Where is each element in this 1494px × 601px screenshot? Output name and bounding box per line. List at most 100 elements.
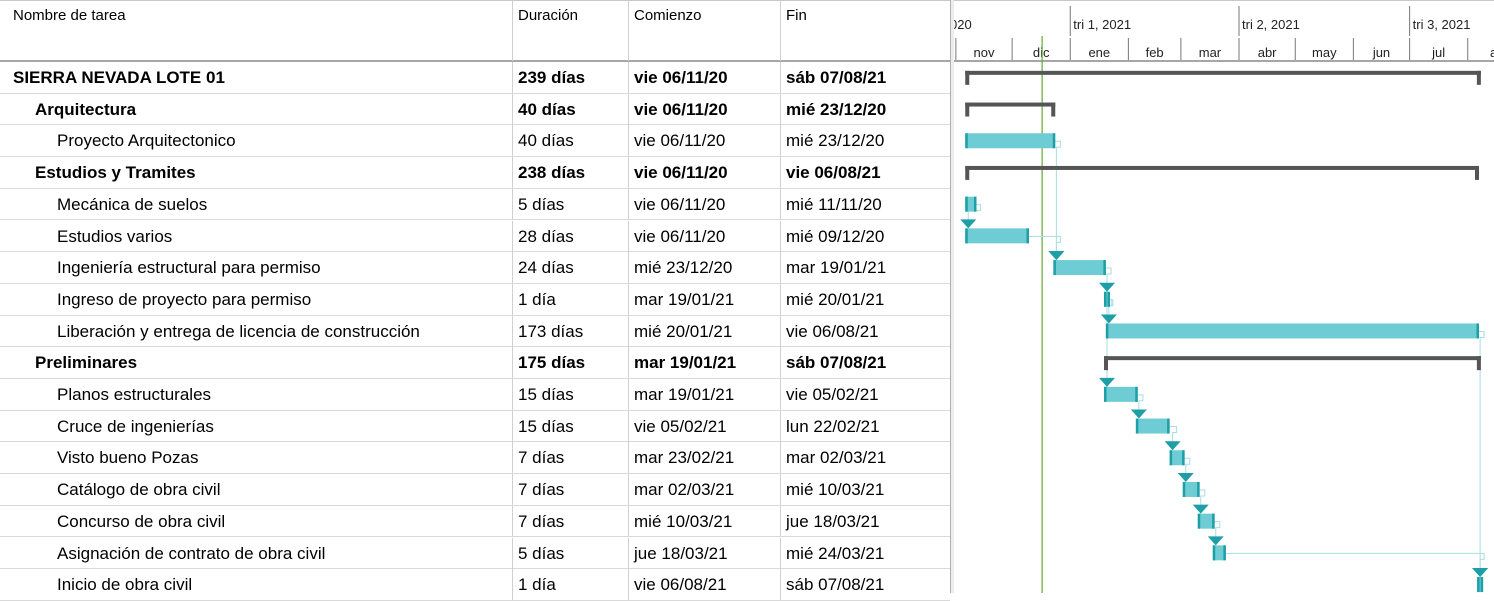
task-duration-cell: 239 días <box>513 62 629 93</box>
task-row[interactable]: Liberación y entrega de licencia de cons… <box>0 315 950 348</box>
column-header-start[interactable]: Comienzo <box>629 1 781 61</box>
task-duration-cell: 7 días <box>513 442 629 474</box>
task-row[interactable]: Asignación de contrato de obra civil 5 dí… <box>0 537 950 570</box>
task-row[interactable]: Estudios varios 28 días vie 06/11/20 mié 09… <box>0 220 950 253</box>
link-arrowhead <box>1472 568 1489 578</box>
task-bar-end-edge <box>1182 450 1185 466</box>
task-bar-end-edge <box>1026 228 1029 244</box>
summary-bar-end-cap <box>1476 70 1481 85</box>
task-start-cell: mar 19/01/21 <box>629 347 781 379</box>
dependency-link <box>1225 552 1485 576</box>
task-bar-end-edge <box>1107 291 1110 307</box>
task-row[interactable]: Planos estructurales 15 días mar 19/01/21 v… <box>0 379 950 411</box>
month-label: abr <box>1258 45 1277 60</box>
gantt-svg: 020 tri 1, 2021 tri 2, 2021 tri 3, 2021 nov d… <box>954 0 1494 593</box>
task-duration-cell: 7 días <box>513 474 629 506</box>
task-row[interactable]: Inicio de obra civil 1 día vie 06/08/21 sáb… <box>0 569 950 601</box>
task-row[interactable]: Mecánica de suelos 5 días vie 06/11/20 mié … <box>0 188 950 221</box>
task-duration-cell: 40 días <box>513 125 629 157</box>
summary-bar <box>965 70 1481 75</box>
task-bar-start-edge <box>1104 291 1107 307</box>
task-name-cell: Asignación de contrato de obra civil <box>8 537 513 569</box>
task-duration-cell: 175 días <box>513 347 629 379</box>
column-header-finish[interactable]: Fin <box>781 1 950 61</box>
task-row[interactable]: Preliminares 175 días mar 19/01/21 sáb 07/0… <box>0 347 950 379</box>
task-name-cell: Mecánica de suelos <box>8 188 513 220</box>
month-label: ene <box>1088 45 1110 60</box>
task-name-cell: Estudios varios <box>8 220 513 252</box>
task-row[interactable]: Arquitectura 40 días vie 06/11/20 mié 23/12… <box>0 93 950 126</box>
column-header-name[interactable]: Nombre de tarea <box>8 1 513 61</box>
task-finish-cell: mié 10/03/21 <box>786 480 885 500</box>
task-duration-cell: 15 días <box>513 410 629 442</box>
month-label: dic <box>1033 45 1050 60</box>
task-start-cell: vie 06/11/20 <box>629 93 781 125</box>
task-bar-end-edge <box>1223 545 1226 561</box>
task-start-cell: vie 06/08/21 <box>629 569 781 601</box>
month-label: mar <box>1199 45 1222 60</box>
task-duration-cell: 238 días <box>513 157 629 189</box>
task-row[interactable]: Proyecto Arquitectonico 40 días vie 06/11/… <box>0 125 950 158</box>
task-bar-start-edge <box>1053 260 1056 276</box>
task-start-cell: vie 06/11/20 <box>629 62 781 93</box>
task-duration-cell: 5 días <box>513 537 629 569</box>
task-duration-cell: 15 días <box>513 379 629 410</box>
task-bar-end-edge <box>1052 133 1056 149</box>
link-arrowhead <box>1099 377 1115 387</box>
summary-bar-end-cap <box>1475 165 1479 180</box>
task-bar <box>1105 323 1479 339</box>
summary-bar-end-cap <box>1051 102 1056 117</box>
link-arrowhead <box>1130 409 1147 419</box>
task-row[interactable]: Concurso de obra civil 7 días mié 10/03/21… <box>0 505 950 538</box>
task-row[interactable]: Ingeniería estructural para permiso 24 dí… <box>0 252 950 284</box>
task-name-cell: Liberación y entrega de licencia de cons… <box>8 315 513 347</box>
quarter-label: tri 2, 2021 <box>1242 17 1300 32</box>
task-finish-cell: mié 23/12/20 <box>786 99 887 119</box>
task-bar-start-edge <box>1212 545 1216 561</box>
task-duration-cell: 5 días <box>513 188 629 220</box>
link-arrowhead <box>1164 441 1181 451</box>
task-duration-cell: 1 día <box>513 283 629 315</box>
task-start-cell: vie 06/11/20 <box>629 188 781 220</box>
task-bar-start-edge <box>1135 418 1139 434</box>
summary-bar <box>965 165 1479 170</box>
task-name-cell: Ingreso de proyecto para permiso <box>8 283 513 315</box>
task-start-cell: mar 23/02/21 <box>629 442 781 474</box>
task-start-cell: vie 05/02/21 <box>629 410 781 442</box>
quarter-label: tri 3, 2021 <box>1413 17 1471 32</box>
task-finish-cell: mié 24/03/21 <box>786 543 885 563</box>
task-bar-end-edge <box>1167 418 1170 434</box>
task-name-cell: Cruce de ingenierías <box>8 410 513 442</box>
task-finish-cell: mié 09/12/20 <box>786 226 885 246</box>
task-start-cell: jue 18/03/21 <box>629 537 781 569</box>
task-name-cell: Inicio de obra civil <box>8 569 513 601</box>
task-start-cell: mar 19/01/21 <box>629 379 781 410</box>
month-label: may <box>1312 45 1337 60</box>
task-duration-cell: 40 días <box>513 93 629 125</box>
task-row[interactable]: Estudios y Tramites 238 días vie 06/11/20 v… <box>0 157 950 189</box>
month-label: nov <box>974 45 995 60</box>
task-row[interactable]: Catálogo de obra civil 7 días mar 02/03/21… <box>0 474 950 506</box>
task-name-cell: Visto bueno Pozas <box>8 442 513 474</box>
task-row[interactable]: Visto bueno Pozas 7 días mar 23/02/21 mar 0… <box>0 442 950 475</box>
task-bar <box>1182 481 1200 497</box>
task-start-cell: vie 06/11/20 <box>629 125 781 157</box>
dependency-link <box>1055 140 1061 259</box>
task-bar-end-edge <box>1103 260 1106 276</box>
task-finish-cell: vie 06/08/21 <box>786 163 881 183</box>
summary-bar-start-cap <box>965 70 970 85</box>
task-bar-start-edge <box>965 196 968 212</box>
task-bar <box>965 133 1056 149</box>
task-duration-cell: 1 día <box>513 569 629 601</box>
task-duration-cell: 28 días <box>513 220 629 252</box>
task-row[interactable]: Ingreso de proyecto para permiso 1 día mar… <box>0 283 950 316</box>
column-header-duration[interactable]: Duración <box>513 1 629 61</box>
task-start-cell: vie 06/11/20 <box>629 157 781 189</box>
task-bar <box>1053 260 1106 276</box>
task-finish-cell: mar 19/01/21 <box>786 258 887 278</box>
task-row[interactable]: Cruce de ingenierías 15 días vie 05/02/21 l… <box>0 410 950 443</box>
task-row[interactable]: SIERRA NEVADA LOTE 01 239 días vie 06/11/2… <box>0 62 950 94</box>
grid-header: Nombre de tarea Duración Comienzo Fin <box>0 0 950 62</box>
task-grid: Nombre de tarea Duración Comienzo Fin SI… <box>0 0 950 601</box>
task-name-cell: Proyecto Arquitectonico <box>8 125 513 157</box>
